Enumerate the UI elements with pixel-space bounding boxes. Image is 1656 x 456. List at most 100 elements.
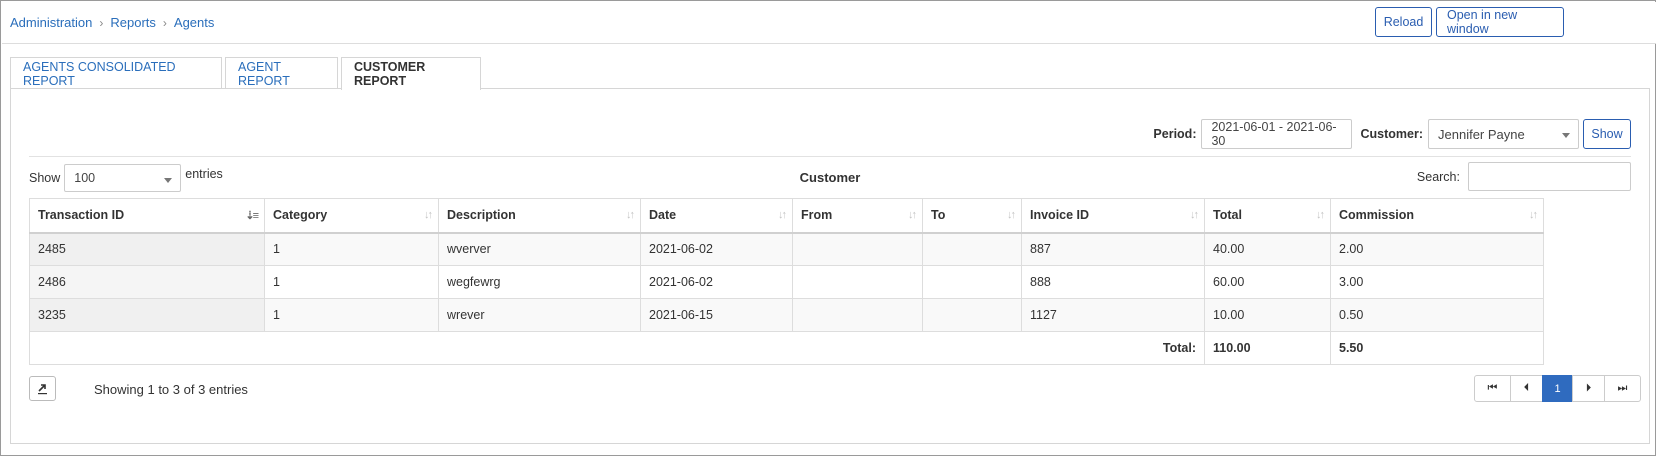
chevron-right-icon: › [99, 15, 104, 30]
page-1-button[interactable]: 1 [1542, 375, 1573, 402]
export-icon [38, 384, 47, 395]
period-input[interactable]: 2021-06-01 - 2021-06-30 [1201, 119, 1353, 149]
dropdown-arrow-icon [164, 178, 173, 183]
customer-label: Customer: [1360, 127, 1423, 141]
cell-total: 60.00 [1204, 265, 1331, 299]
previous-page-icon: ⏴ [1523, 382, 1530, 394]
customer-report-panel: Period: 2021-06-01 - 2021-06-30 Customer… [10, 88, 1650, 444]
entries-select[interactable]: 100 [64, 164, 182, 192]
last-page-button[interactable]: ⏭ [1604, 375, 1641, 402]
customer-report-table: Transaction ID ⇣≡ Category ↓↑ Description ↓… [29, 198, 1544, 365]
cell-from [792, 232, 923, 266]
tab-agents-consolidated-report[interactable]: AGENTS CONSOLIDATED REPORT [10, 57, 222, 89]
grand-total-value: 110.00 [1204, 331, 1331, 365]
cell-to [922, 232, 1022, 266]
sort-icon: ↓↑ [1190, 209, 1199, 221]
cell-description: wrever [438, 298, 641, 332]
cell-to [922, 265, 1022, 299]
tab-customer-report[interactable]: CUSTOMER REPORT [341, 57, 481, 90]
cell-date: 2021-06-02 [640, 232, 793, 266]
column-header-transaction-id[interactable]: Transaction ID ⇣≡ [29, 198, 265, 234]
report-tabs: AGENTS CONSOLIDATED REPORT AGENT REPORT … [10, 57, 484, 90]
cell-description: wegfewrg [438, 265, 641, 299]
reload-button[interactable]: Reload [1375, 7, 1432, 37]
entries-length-control: Show 100 entries [29, 164, 223, 192]
cell-to [922, 298, 1022, 332]
report-filters: Period: 2021-06-01 - 2021-06-30 Customer… [1153, 119, 1631, 149]
sort-icon: ↓↑ [1007, 209, 1016, 221]
table-row[interactable]: 2485 1 wverver 2021-06-02 887 40.00 2.00 [29, 232, 1544, 266]
breadcrumb-administration[interactable]: Administration [10, 15, 92, 30]
cell-description: wverver [438, 232, 641, 266]
cell-from [792, 265, 923, 299]
cell-from [792, 298, 923, 332]
column-header-invoice-id[interactable]: Invoice ID ↓↑ [1021, 198, 1205, 234]
grand-commission-value: 5.50 [1330, 331, 1544, 365]
breadcrumb: Administration › Reports › Agents [10, 15, 214, 30]
sort-icon: ↓↑ [1529, 209, 1538, 221]
customer-select-value: Jennifer Payne [1438, 126, 1525, 142]
column-header-description[interactable]: Description ↓↑ [438, 198, 641, 234]
cell-date: 2021-06-15 [640, 298, 793, 332]
cell-category: 1 [264, 232, 439, 266]
customer-select[interactable]: Jennifer Payne [1428, 119, 1579, 149]
dropdown-arrow-icon [1562, 133, 1570, 138]
entries-label: entries [185, 167, 223, 181]
sort-icon: ↓↑ [908, 209, 917, 221]
table-search: Search: [1417, 162, 1631, 191]
next-page-icon: ⏵ [1585, 382, 1592, 394]
table-row[interactable]: 2486 1 wegfewrg 2021-06-02 888 60.00 3.0… [29, 265, 1544, 299]
table-footer-row: Total: 110.00 5.50 [29, 331, 1544, 365]
pagination: ⏮ ⏴ 1 ⏵ ⏭ [1474, 375, 1641, 402]
last-page-icon: ⏭ [1617, 382, 1628, 394]
tab-agent-report[interactable]: AGENT REPORT [225, 57, 338, 89]
column-header-category[interactable]: Category ↓↑ [264, 198, 439, 234]
cell-invoice-id: 887 [1021, 232, 1205, 266]
cell-transaction-id: 3235 [29, 298, 265, 332]
table-info: Showing 1 to 3 of 3 entries [94, 382, 248, 397]
cell-commission: 2.00 [1330, 232, 1544, 266]
first-page-button[interactable]: ⏮ [1474, 375, 1511, 402]
sort-icon: ↓↑ [626, 209, 635, 221]
cell-transaction-id: 2486 [29, 265, 265, 299]
export-button[interactable] [29, 376, 56, 401]
cell-invoice-id: 888 [1021, 265, 1205, 299]
app-window: Administration › Reports › Agents Reload… [0, 0, 1656, 456]
cell-category: 1 [264, 265, 439, 299]
cell-commission: 0.50 [1330, 298, 1544, 332]
table-header-row: Transaction ID ⇣≡ Category ↓↑ Description ↓… [29, 198, 1544, 234]
column-header-to[interactable]: To ↓↑ [922, 198, 1022, 234]
sort-ascending-icon: ⇣≡ [245, 210, 259, 222]
breadcrumb-reports[interactable]: Reports [110, 15, 156, 30]
next-page-button[interactable]: ⏵ [1572, 375, 1605, 402]
cell-total: 40.00 [1204, 232, 1331, 266]
period-label: Period: [1153, 127, 1197, 141]
entries-select-value: 100 [74, 171, 96, 185]
column-header-from[interactable]: From ↓↑ [792, 198, 923, 234]
sort-icon: ↓↑ [778, 209, 787, 221]
cell-transaction-id: 2485 [29, 232, 265, 266]
cell-date: 2021-06-02 [640, 265, 793, 299]
column-header-total[interactable]: Total ↓↑ [1204, 198, 1331, 234]
breadcrumb-agents[interactable]: Agents [174, 15, 214, 30]
first-page-icon: ⏮ [1487, 382, 1498, 394]
column-header-commission[interactable]: Commission ↓↑ [1330, 198, 1544, 234]
table-title: Customer [799, 170, 861, 185]
cell-category: 1 [264, 298, 439, 332]
table-row[interactable]: 3235 1 wrever 2021-06-15 1127 10.00 0.50 [29, 298, 1544, 332]
previous-page-button[interactable]: ⏴ [1510, 375, 1543, 402]
cell-invoice-id: 1127 [1021, 298, 1205, 332]
show-label: Show [29, 171, 61, 185]
chevron-right-icon: › [162, 15, 167, 30]
search-input[interactable] [1468, 162, 1631, 191]
top-bar: Administration › Reports › Agents Reload… [2, 2, 1656, 44]
show-button[interactable]: Show [1583, 119, 1631, 149]
open-new-window-button[interactable]: Open in new window [1436, 7, 1564, 37]
search-label: Search: [1416, 169, 1460, 184]
cell-total: 10.00 [1204, 298, 1331, 332]
cell-commission: 3.00 [1330, 265, 1544, 299]
sort-icon: ↓↑ [424, 209, 433, 221]
divider [29, 156, 1631, 157]
column-header-date[interactable]: Date ↓↑ [640, 198, 793, 234]
totals-label: Total: [29, 331, 1205, 365]
